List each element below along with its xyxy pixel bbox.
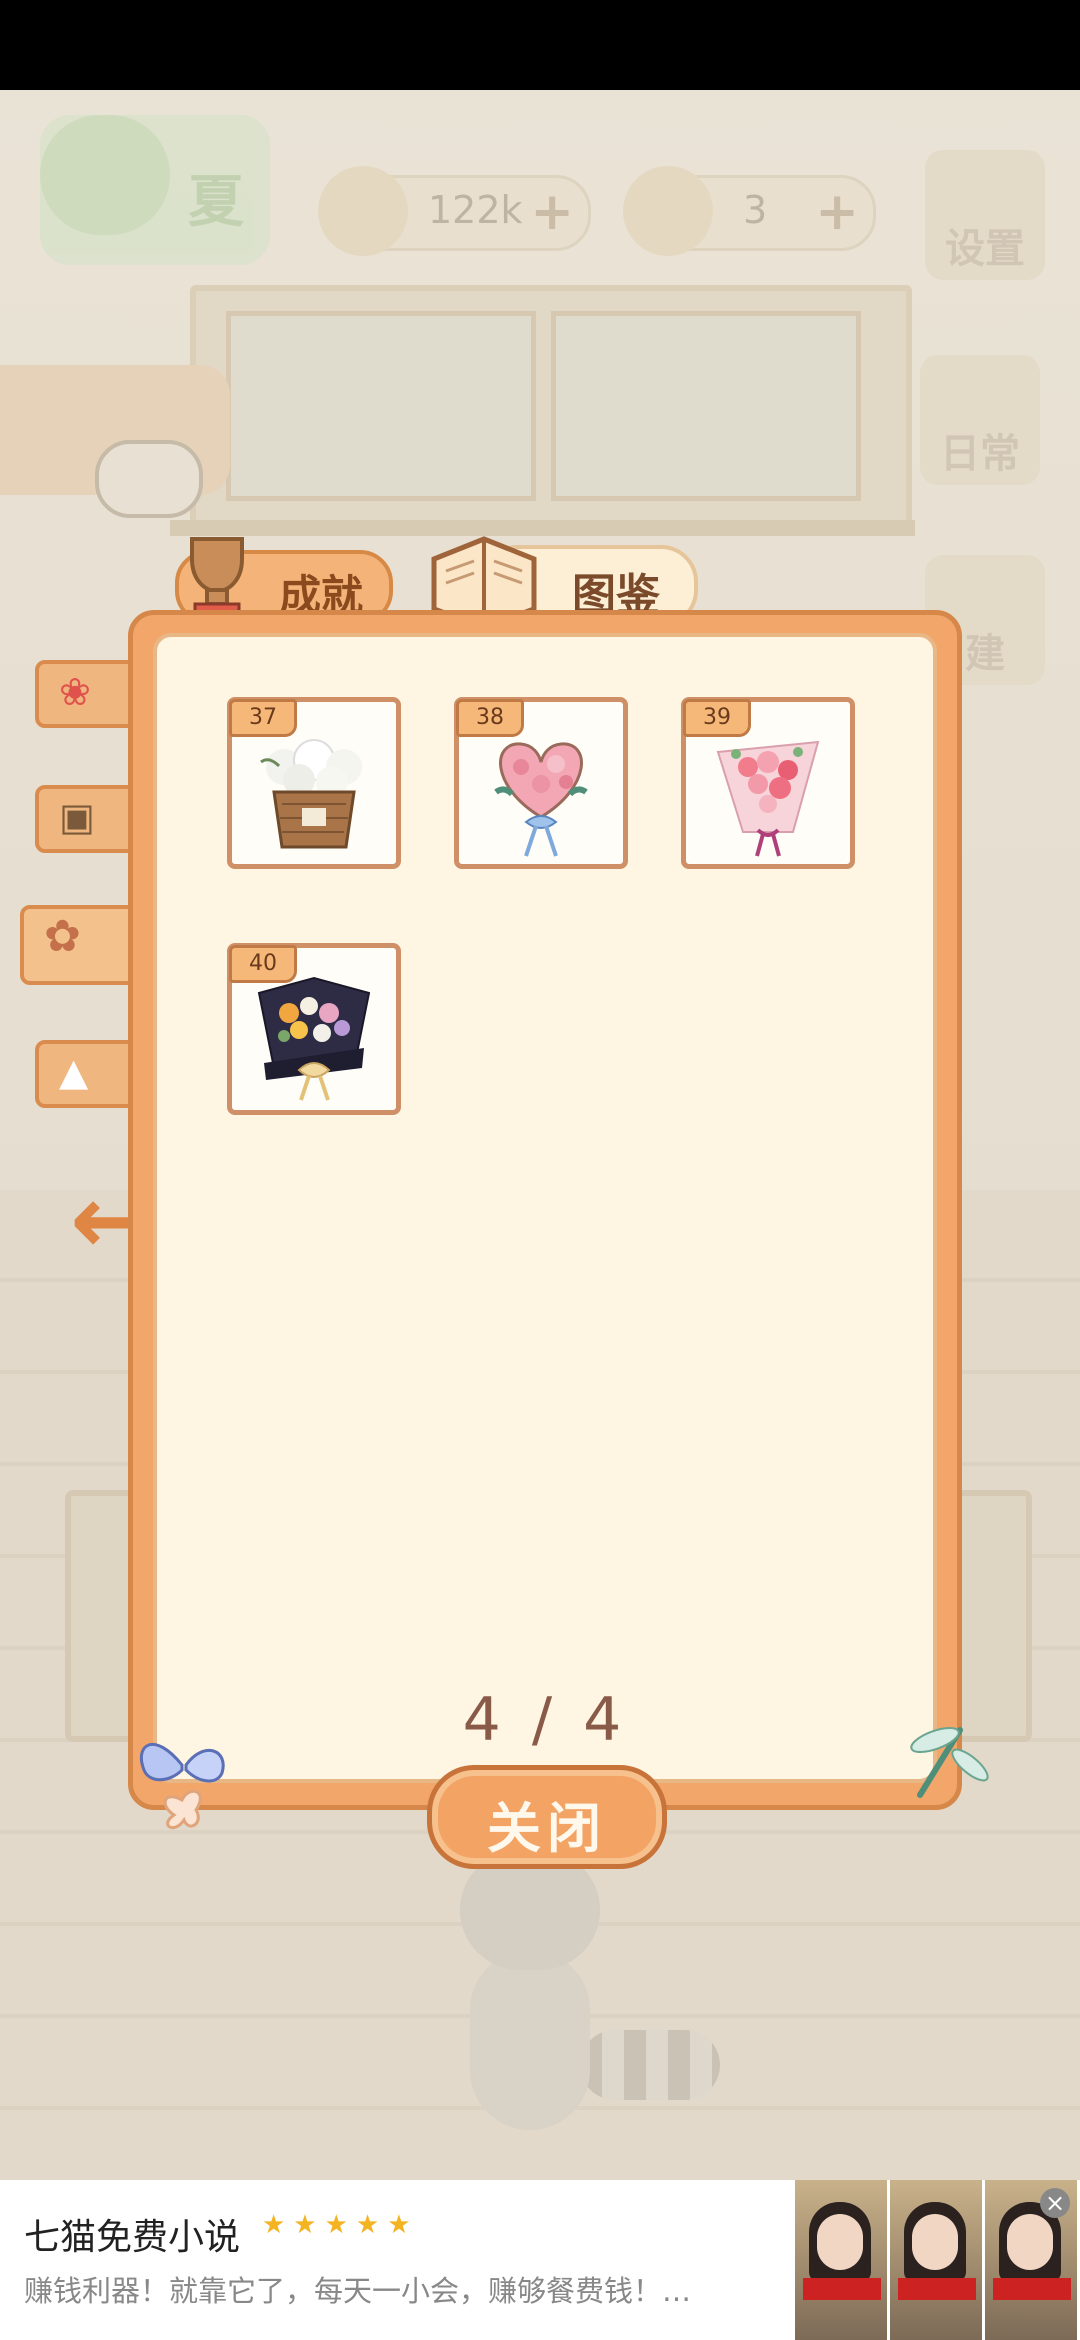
white-flower-basket-icon: [260, 739, 362, 849]
status-bar: [0, 0, 1080, 90]
rose-icon: ❀: [59, 670, 91, 714]
catalog-item-37[interactable]: 37: [227, 697, 401, 869]
pink-bouquet-icon: [716, 740, 820, 857]
close-button[interactable]: 关闭: [427, 1765, 667, 1869]
ad-rating-stars: ★★★★★: [262, 2210, 419, 2240]
heart-wreath-icon: [494, 742, 588, 857]
ad-description: 赚钱利器！就靠它了，每天一小会，赚够餐费钱！…: [24, 2274, 692, 2308]
page-indicator: 4 / 4: [462, 1685, 628, 1755]
catalog-item-39[interactable]: 39: [681, 697, 855, 869]
left-tab-cat[interactable]: ▲: [35, 1040, 143, 1108]
left-tab-painting[interactable]: ▣: [35, 785, 143, 853]
catalog-item-40[interactable]: 40: [227, 943, 401, 1115]
close-icon[interactable]: ×: [1040, 2188, 1070, 2218]
catalog-item-38[interactable]: 38: [454, 697, 628, 869]
cat-icon: ▲: [59, 1050, 89, 1094]
left-tab-flower[interactable]: ❀: [35, 660, 143, 728]
dragonfly-icon: [910, 1726, 989, 1798]
trophy-icon: [190, 537, 244, 618]
catalog-panel: 37 38 39 40 4 / 4: [128, 610, 962, 1810]
close-button-label: 关闭: [487, 1797, 607, 1860]
bouquet-icon: ✿: [44, 911, 81, 962]
dark-wrapped-bouquet-icon: [257, 976, 371, 1101]
catalog-panel-inner: 37 38 39 40 4 / 4: [153, 633, 937, 1783]
ad-thumbnail: [795, 2180, 887, 2340]
painting-icon: ▣: [59, 795, 95, 839]
ad-thumbnail: [890, 2180, 982, 2340]
butterfly-icon: [139, 1742, 225, 1830]
ad-image-strip: [795, 2180, 1080, 2340]
ad-title: 七猫免费小说: [24, 2217, 241, 2258]
ad-banner[interactable]: 七猫免费小说 ★★★★★ 赚钱利器！就靠它了，每天一小会，赚够餐费钱！… ×: [0, 2180, 1080, 2340]
